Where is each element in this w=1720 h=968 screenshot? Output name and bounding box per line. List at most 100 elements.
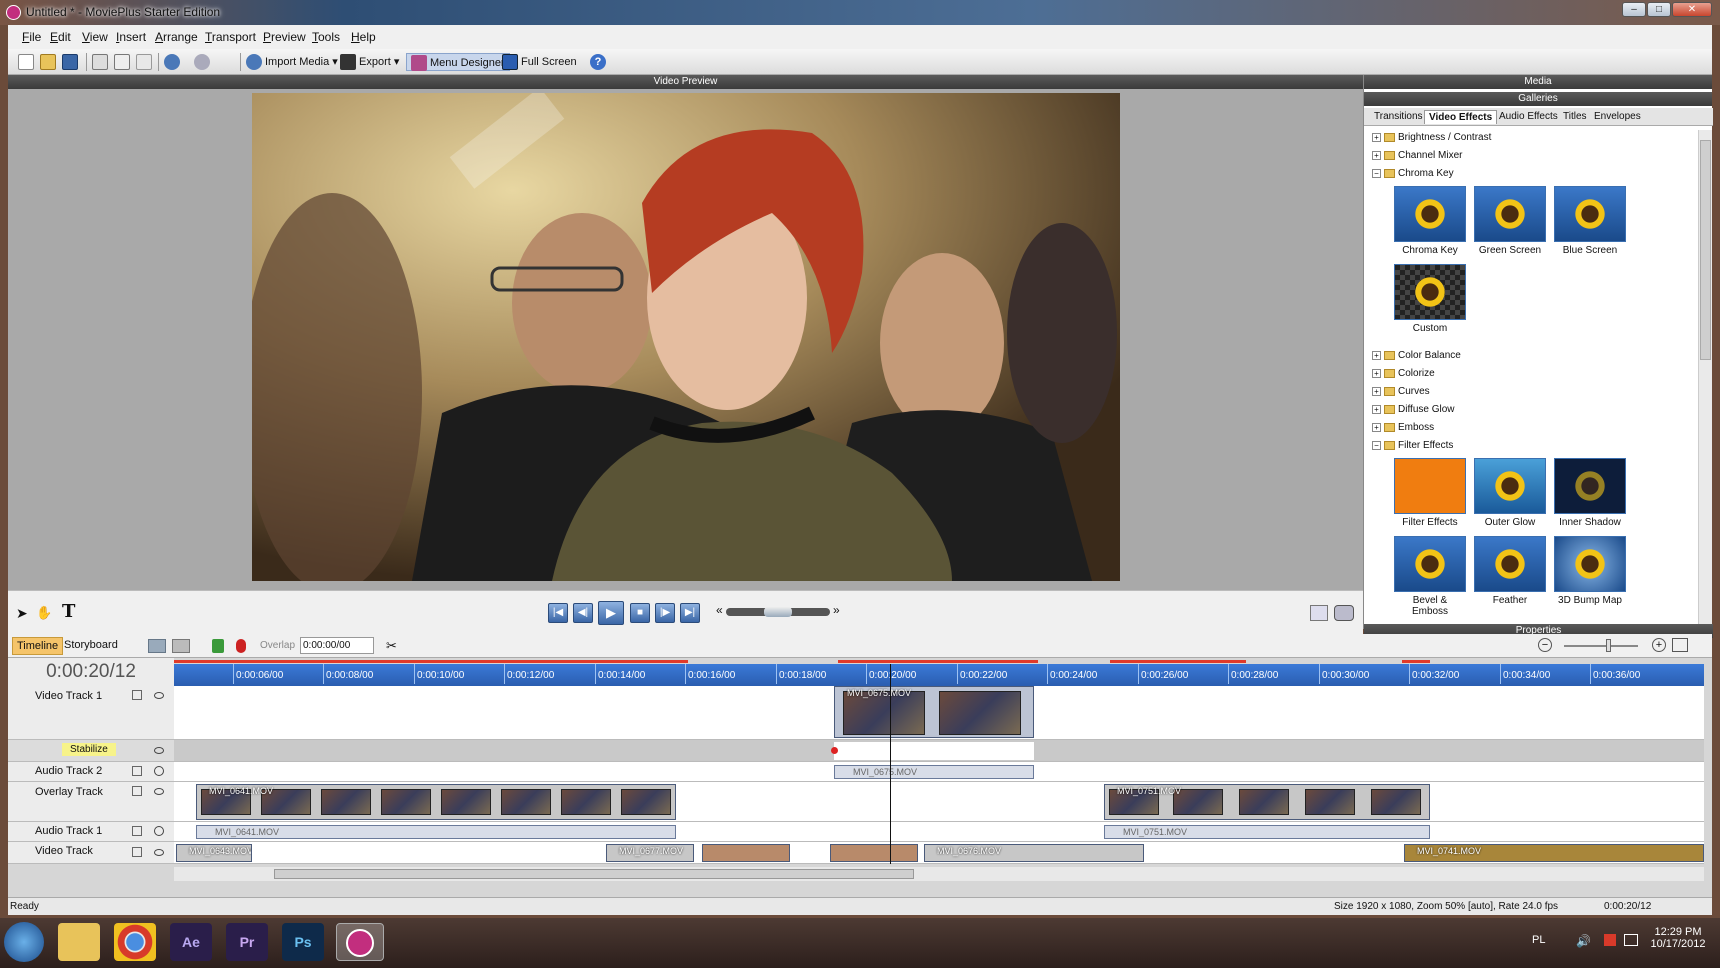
- clip-video-1[interactable]: MVI_0675.MOV: [834, 686, 1034, 738]
- open-icon[interactable]: [40, 53, 59, 71]
- tab-transitions[interactable]: Transitions: [1370, 110, 1427, 123]
- record-audio-icon[interactable]: [236, 639, 246, 653]
- track-header-audio-1[interactable]: Audio Track 1: [8, 822, 174, 842]
- import-media-button[interactable]: Import Media ▾: [246, 53, 338, 71]
- new-icon[interactable]: [18, 53, 37, 71]
- effect-thumb-outer-glow[interactable]: Outer Glow: [1474, 458, 1546, 530]
- link-icon[interactable]: [148, 639, 166, 653]
- snap-icon[interactable]: [172, 639, 190, 653]
- track-header-overlay[interactable]: Overlay Track: [8, 782, 174, 822]
- track-video[interactable]: MVI_0643.MOV MVI_0677.MOV MVI_0676.MOV M…: [174, 842, 1704, 864]
- effect-thumb-custom[interactable]: Custom: [1394, 264, 1466, 336]
- zoom-out-icon[interactable]: −: [1538, 638, 1552, 652]
- tab-titles[interactable]: Titles: [1559, 110, 1591, 123]
- effect-thumb-3d-bump-map[interactable]: 3D Bump Map: [1554, 536, 1626, 608]
- redo-icon[interactable]: [194, 53, 213, 71]
- tree-item-diffuse-glow[interactable]: + Diffuse Glow: [1372, 402, 1455, 418]
- tree-item-colorize[interactable]: + Colorize: [1372, 366, 1435, 382]
- menu-insert[interactable]: Insert: [116, 30, 146, 44]
- track-video-1[interactable]: MVI_0675.MOV: [174, 686, 1704, 740]
- clip-audio-1b[interactable]: MVI_0751.MOV: [1104, 825, 1430, 839]
- clip-audio-2[interactable]: MVI_0675.MOV: [834, 765, 1034, 779]
- track-header-video-1[interactable]: Video Track 1: [8, 686, 174, 740]
- clip-video-e[interactable]: MVI_0676.MOV: [924, 844, 1144, 862]
- tree-item-channel-mixer[interactable]: + Channel Mixer: [1372, 148, 1462, 164]
- menu-help[interactable]: Help: [351, 30, 376, 44]
- tab-storyboard[interactable]: Storyboard: [64, 639, 118, 651]
- close-button[interactable]: ✕: [1672, 2, 1712, 17]
- menu-file[interactable]: File: [22, 30, 41, 44]
- menu-arrange[interactable]: Arrange: [155, 30, 198, 44]
- stop-button[interactable]: ■: [630, 603, 650, 623]
- input-language[interactable]: PL: [1532, 934, 1545, 946]
- explorer-icon[interactable]: [58, 923, 100, 961]
- clock[interactable]: 12:29 PM 10/17/2012: [1648, 926, 1708, 950]
- effect-thumb-green-screen[interactable]: Green Screen: [1474, 186, 1546, 258]
- split-scissors-icon[interactable]: ✂: [386, 638, 397, 654]
- tree-item-emboss[interactable]: + Emboss: [1372, 420, 1434, 436]
- go-to-end-button[interactable]: ▶|: [680, 603, 700, 623]
- overlap-input[interactable]: 0:00:00/00: [300, 637, 374, 654]
- movieplus-taskbar-icon[interactable]: [336, 923, 384, 961]
- shuttle-slider[interactable]: [726, 607, 830, 617]
- premiere-icon[interactable]: Pr: [226, 923, 268, 961]
- track-stabilize[interactable]: [174, 740, 1704, 762]
- rewind-icon[interactable]: «: [716, 603, 723, 617]
- tree-item-curves[interactable]: + Curves: [1372, 384, 1430, 400]
- network-icon[interactable]: [1624, 934, 1638, 946]
- menu-designer-button[interactable]: Menu Designer: [406, 53, 510, 72]
- play-button[interactable]: ▶: [598, 601, 624, 625]
- start-button[interactable]: [4, 922, 44, 962]
- help-button[interactable]: ?: [590, 53, 609, 71]
- track-audio-1[interactable]: MVI_0641.MOV MVI_0751.MOV: [174, 822, 1704, 842]
- clip-video-d[interactable]: [830, 844, 918, 862]
- clip-audio-1a[interactable]: MVI_0641.MOV: [196, 825, 676, 839]
- zoom-slider[interactable]: [1564, 645, 1638, 647]
- effect-thumb-inner-shadow[interactable]: Inner Shadow: [1554, 458, 1626, 530]
- tab-envelopes[interactable]: Envelopes: [1590, 110, 1645, 123]
- timeline-hscrollbar[interactable]: [174, 867, 1704, 881]
- timeline-scroll-thumb[interactable]: [274, 869, 914, 879]
- minimize-button[interactable]: –: [1622, 2, 1646, 17]
- menu-edit[interactable]: Edit: [50, 30, 71, 44]
- cut-icon[interactable]: [92, 53, 111, 71]
- menu-tools[interactable]: Tools: [312, 30, 340, 44]
- gallery-scrollbar[interactable]: [1698, 130, 1712, 625]
- effect-thumb-chroma-key[interactable]: Chroma Key: [1394, 186, 1466, 258]
- hand-tool-icon[interactable]: ✋: [36, 605, 52, 621]
- text-tool-icon[interactable]: T: [62, 601, 75, 622]
- menu-preview[interactable]: Preview: [263, 30, 306, 44]
- gallery-scroll-thumb[interactable]: [1700, 140, 1711, 360]
- tree-item-chroma-key[interactable]: − Chroma Key: [1372, 166, 1454, 182]
- copy-icon[interactable]: [114, 53, 133, 71]
- effect-thumb-blue-screen[interactable]: Blue Screen: [1554, 186, 1626, 258]
- playhead[interactable]: [890, 664, 891, 864]
- step-back-button[interactable]: ◀|: [573, 603, 593, 623]
- chrome-icon[interactable]: [114, 923, 156, 961]
- clip-video-c[interactable]: [702, 844, 790, 862]
- zoom-fit-icon[interactable]: [1672, 638, 1688, 652]
- photoshop-icon[interactable]: Ps: [282, 923, 324, 961]
- tree-item-filter-effects[interactable]: − Filter Effects: [1372, 438, 1453, 454]
- track-header-audio-2[interactable]: Audio Track 2: [8, 762, 174, 782]
- layout-icon[interactable]: [1310, 605, 1328, 621]
- keyframe-marker[interactable]: [831, 747, 838, 754]
- track-overlay[interactable]: MVI_0641.MOV MVI_0751.MOV: [174, 782, 1704, 822]
- go-to-start-button[interactable]: |◀: [548, 603, 568, 623]
- undo-icon[interactable]: [164, 53, 183, 71]
- track-header-stabilize[interactable]: Stabilize: [8, 740, 174, 762]
- marker-icon[interactable]: [212, 639, 224, 653]
- pointer-tool-icon[interactable]: ➤: [16, 605, 30, 621]
- tree-item-brightness-contrast[interactable]: + Brightness / Contrast: [1372, 130, 1491, 146]
- snapshot-camera-icon[interactable]: [1334, 605, 1354, 621]
- maximize-button[interactable]: □: [1647, 2, 1671, 17]
- full-screen-button[interactable]: Full Screen: [502, 53, 577, 71]
- effect-thumb-filter-effects[interactable]: Filter Effects: [1394, 458, 1466, 530]
- menu-transport[interactable]: Transport: [205, 30, 256, 44]
- clip-video-b[interactable]: MVI_0677.MOV: [606, 844, 694, 862]
- tab-audio-effects[interactable]: Audio Effects: [1495, 110, 1562, 123]
- effect-thumb-feather[interactable]: Feather: [1474, 536, 1546, 608]
- volume-icon[interactable]: 🔊: [1576, 934, 1591, 948]
- after-effects-icon[interactable]: Ae: [170, 923, 212, 961]
- clip-overlay-2[interactable]: MVI_0751.MOV: [1104, 784, 1430, 820]
